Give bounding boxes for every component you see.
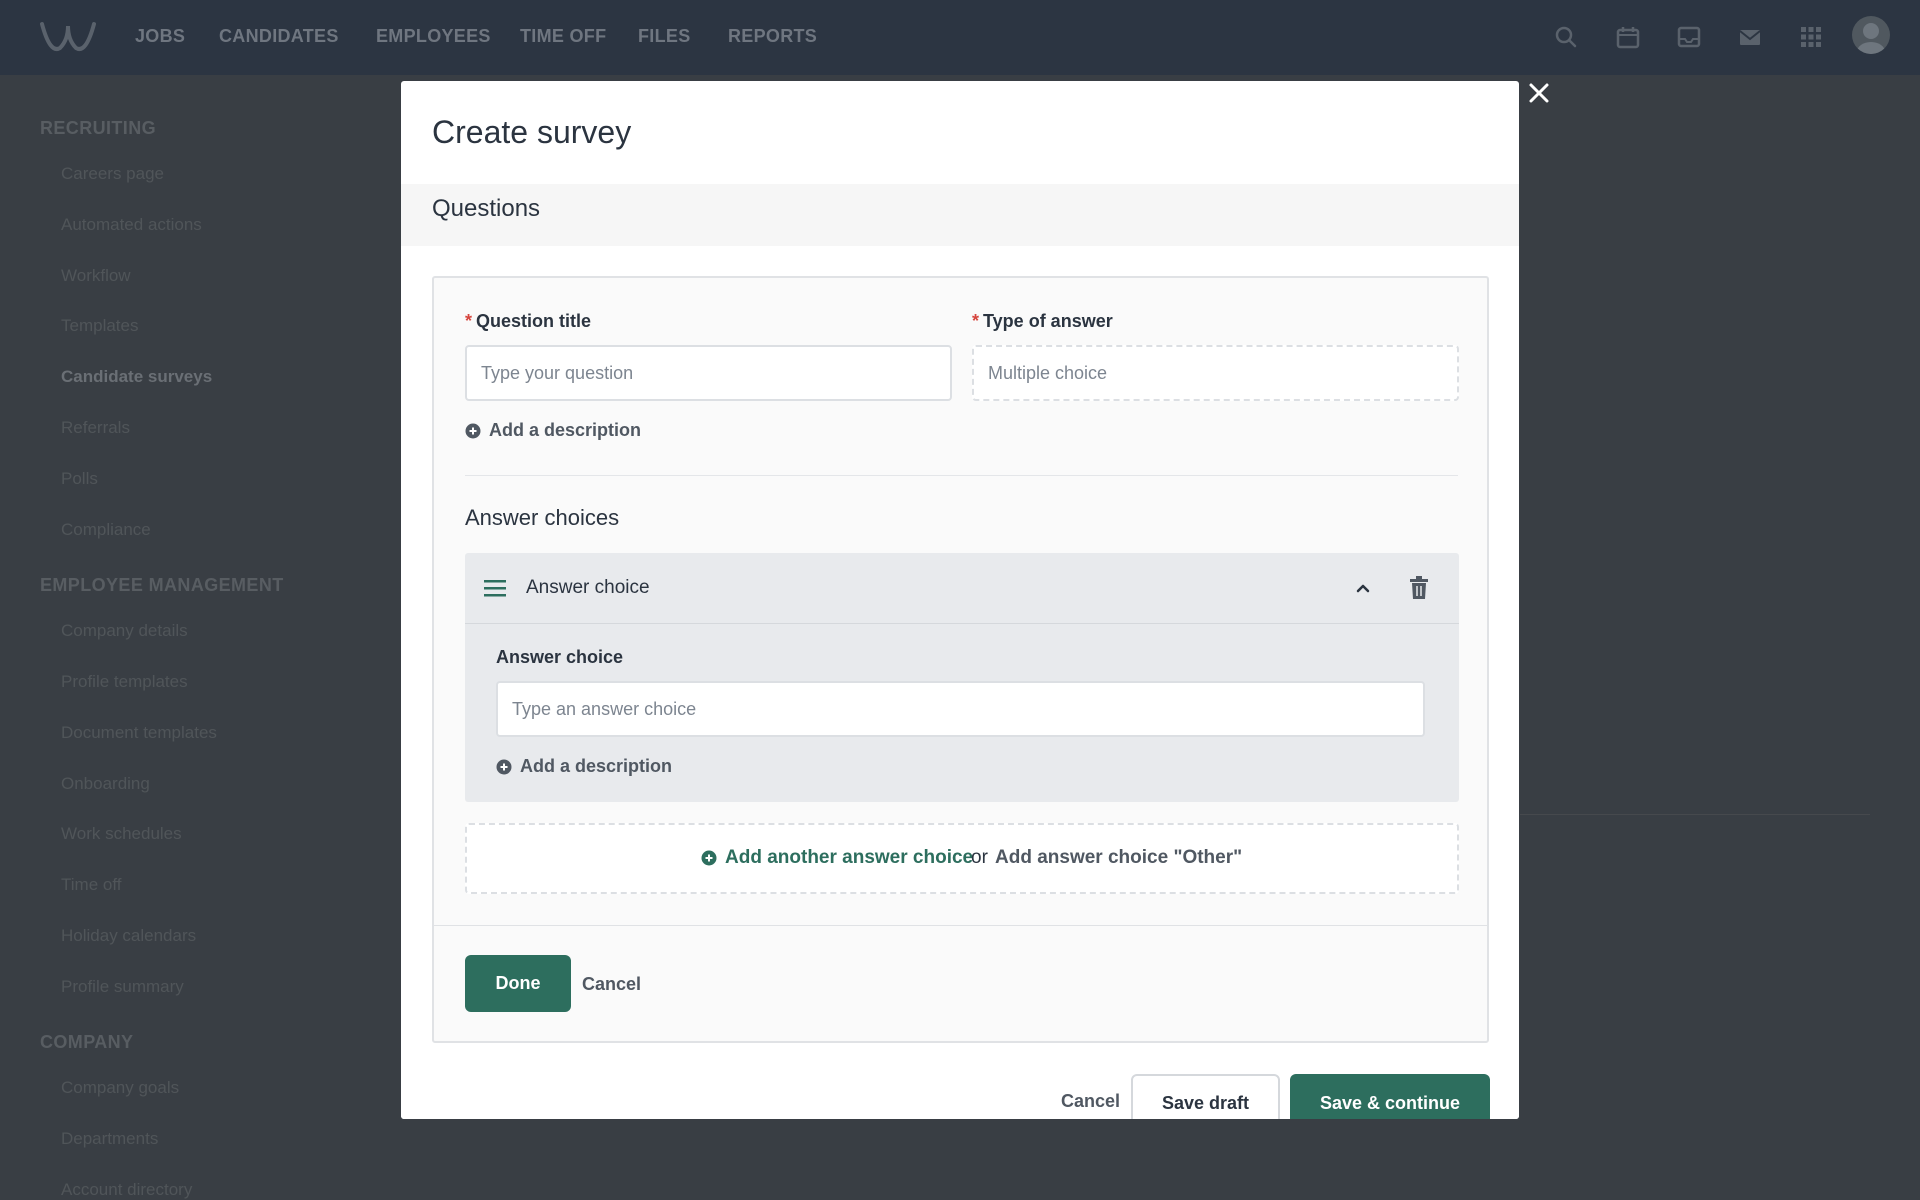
choice-add-description-button[interactable]: Add a description <box>496 756 672 777</box>
user-avatar-icon <box>1857 23 1885 54</box>
nav-time-off[interactable]: TIME OFF <box>520 26 606 47</box>
trash-icon[interactable] <box>1409 576 1429 600</box>
add-another-choice-button[interactable]: Add another answer choice <box>701 847 973 869</box>
nav-files[interactable]: FILES <box>638 26 691 47</box>
or-separator: or <box>971 847 988 868</box>
question-title-input[interactable]: Type your question <box>465 345 952 401</box>
add-another-choice-label: Add another answer choice <box>725 847 974 868</box>
answer-choice-item: Answer choice Answer choice Type an answ… <box>465 553 1459 802</box>
cancel-question-button[interactable]: Cancel <box>582 974 641 995</box>
answer-choices-heading: Answer choices <box>465 505 620 530</box>
card-footer-divider <box>434 925 1487 926</box>
sidebar-item-profile-summary[interactable]: Profile summary <box>61 977 184 997</box>
sidebar-item-departments[interactable]: Departments <box>61 1129 158 1149</box>
sidebar-item-candidate-surveys[interactable]: Candidate surveys <box>61 367 212 387</box>
sidebar-item-careers-page[interactable]: Careers page <box>61 164 164 184</box>
sidebar-item-automated-actions[interactable]: Automated actions <box>61 215 202 235</box>
create-survey-modal: Create survey Questions * Question title … <box>401 81 1519 1119</box>
sidebar-item-account-directory[interactable]: Account directory <box>61 1180 192 1200</box>
type-of-answer-label: * Type of answer <box>972 311 1113 332</box>
sidebar-item-company-details[interactable]: Company details <box>61 621 188 641</box>
add-choice-area: Add another answer choice or Add answer … <box>465 823 1459 894</box>
sidebar-item-company-goals[interactable]: Company goals <box>61 1078 179 1098</box>
sidebar-heading-recruiting: RECRUITING <box>40 118 156 138</box>
answer-choice-field-label: Answer choice <box>496 647 624 667</box>
inbox-icon[interactable] <box>1676 24 1702 50</box>
sidebar-item-workflow[interactable]: Workflow <box>61 266 131 286</box>
nav-reports[interactable]: REPORTS <box>728 26 817 47</box>
save-draft-button[interactable]: Save draft <box>1131 1074 1280 1119</box>
sidebar-item-holiday-calendars[interactable]: Holiday calendars <box>61 926 196 946</box>
add-description-label: Add a description <box>489 420 642 440</box>
question-title-label: * Question title <box>465 311 591 332</box>
search-icon[interactable] <box>1553 24 1579 50</box>
type-of-answer-select[interactable]: Multiple choice <box>972 345 1459 401</box>
answer-choice-input[interactable]: Type an answer choice <box>496 681 1425 737</box>
sidebar-item-templates[interactable]: Templates <box>61 316 138 336</box>
sidebar-heading-employee-management: EMPLOYEE MANAGEMENT <box>40 575 284 595</box>
plus-circle-icon <box>496 759 512 774</box>
required-marker: * <box>465 311 473 331</box>
done-button[interactable]: Done <box>465 955 571 1012</box>
type-of-answer-label-text: Type of answer <box>983 311 1113 331</box>
answer-choice-header-label: Answer choice <box>526 577 650 598</box>
sidebar-heading-company: COMPANY <box>40 1032 134 1052</box>
questions-section-title: Questions <box>432 195 541 222</box>
sidebar-item-work-schedules[interactable]: Work schedules <box>61 824 182 844</box>
sidebar-item-document-templates[interactable]: Document templates <box>61 723 217 743</box>
section-divider <box>465 475 1458 476</box>
sidebar-item-referrals[interactable]: Referrals <box>61 418 130 438</box>
footer-cancel-button[interactable]: Cancel <box>1061 1091 1120 1112</box>
plus-circle-icon <box>465 423 481 438</box>
nav-employees[interactable]: EMPLOYEES <box>376 26 491 47</box>
nav-jobs[interactable]: JOBS <box>135 26 185 47</box>
mail-icon[interactable] <box>1737 24 1763 50</box>
drag-handle-icon[interactable] <box>484 578 506 598</box>
save-and-continue-button[interactable]: Save & continue <box>1290 1074 1490 1119</box>
sidebar-item-compliance[interactable]: Compliance <box>61 520 151 540</box>
company-logo-icon[interactable] <box>38 14 98 58</box>
question-editor-card: * Question title Type your question * Type… <box>432 276 1489 1043</box>
top-navigation-bar: JOBS CANDIDATES EMPLOYEES TIME OFF FILES… <box>0 0 1920 75</box>
modal-title: Create survey <box>432 114 632 150</box>
required-marker: * <box>972 311 980 331</box>
apps-grid-icon[interactable] <box>1798 24 1824 50</box>
choice-add-description-label: Add a description <box>520 756 673 776</box>
background-content-panel <box>1520 190 1870 815</box>
plus-circle-icon <box>701 850 717 866</box>
sidebar-item-polls[interactable]: Polls <box>61 469 98 489</box>
chevron-up-icon[interactable] <box>1352 577 1374 599</box>
close-modal-icon[interactable] <box>1523 77 1555 109</box>
user-avatar[interactable] <box>1852 16 1890 54</box>
nav-candidates[interactable]: CANDIDATES <box>219 26 339 47</box>
sidebar-item-time-off[interactable]: Time off <box>61 875 121 895</box>
add-description-button[interactable]: Add a description <box>465 420 641 441</box>
answer-choice-header[interactable]: Answer choice <box>465 553 1459 624</box>
modal-footer: Cancel Save draft Save & continue <box>401 1051 1519 1119</box>
question-title-label-text: Question title <box>476 311 592 331</box>
sidebar-item-profile-templates[interactable]: Profile templates <box>61 672 188 692</box>
calendar-icon[interactable] <box>1615 24 1641 50</box>
questions-section-band <box>401 184 1519 246</box>
sidebar-item-onboarding[interactable]: Onboarding <box>61 774 150 794</box>
add-other-choice-button[interactable]: Add answer choice "Other" <box>995 847 1242 869</box>
